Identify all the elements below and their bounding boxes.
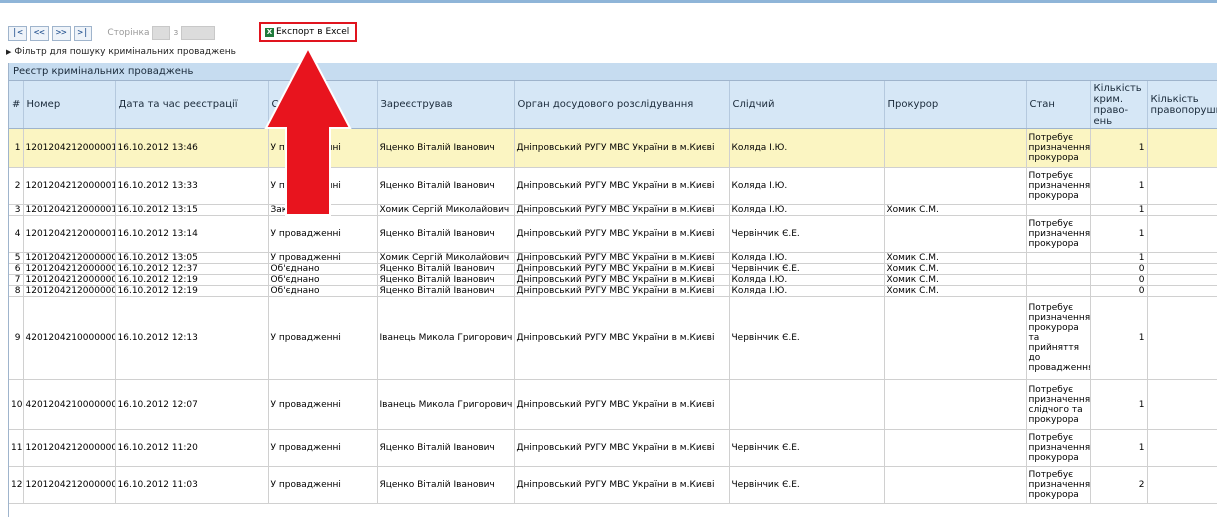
annotation-arrow <box>264 45 352 216</box>
red-arrow-up-icon <box>264 45 352 216</box>
